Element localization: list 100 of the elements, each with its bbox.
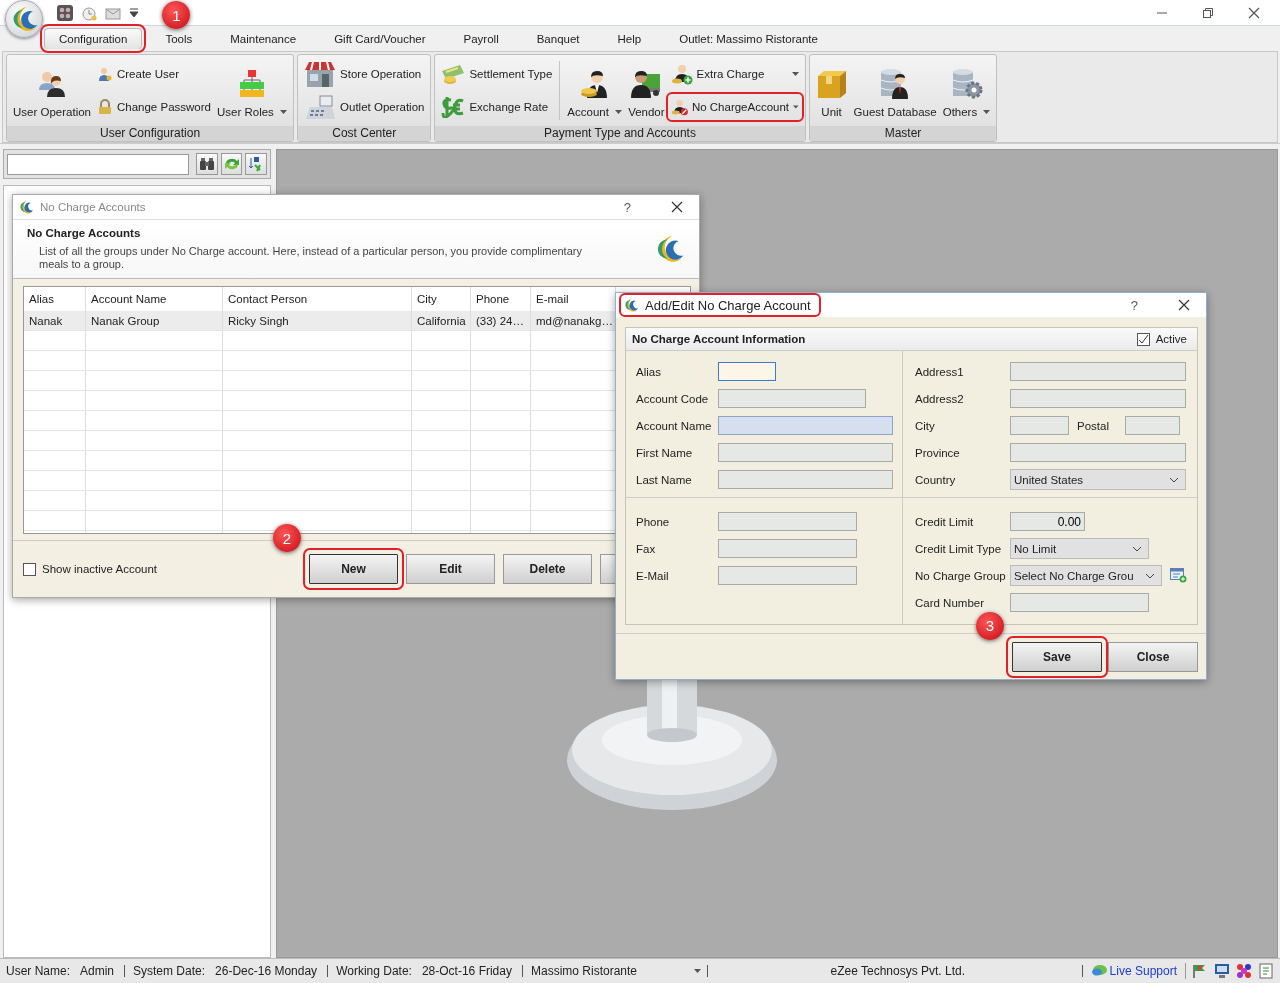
dropdown-field[interactable]: No Limit: [1010, 538, 1149, 559]
logo-icon: [623, 297, 639, 313]
live-support-link[interactable]: Live Support: [1090, 964, 1177, 978]
table-cell: Nanak Group: [86, 311, 223, 330]
chevron-down-icon: [1132, 545, 1142, 552]
dots-grid-icon[interactable]: [1236, 963, 1252, 979]
dropdown-caret-icon: [615, 109, 623, 114]
chevron-down-icon: [1145, 572, 1155, 579]
dialog-button[interactable]: Delete: [503, 554, 592, 584]
ribbon-tab[interactable]: Outlet: Massimo Ristorante: [664, 28, 833, 49]
ribbon-button[interactable]: Unit: [812, 61, 851, 120]
grid-icon[interactable]: [57, 4, 73, 21]
input-field[interactable]: [718, 539, 857, 558]
ribbon-button[interactable]: Account: [564, 61, 626, 120]
ribbon-tab[interactable]: Help: [602, 28, 657, 49]
field-label: First Name: [636, 446, 694, 459]
customize-caret-icon[interactable]: [129, 7, 139, 18]
field-label: No Charge Group: [915, 569, 1007, 582]
monitor-icon[interactable]: [1214, 963, 1230, 979]
ribbon-tab[interactable]: Payroll: [448, 28, 514, 49]
input-field[interactable]: [718, 443, 893, 462]
input-field[interactable]: [718, 512, 857, 531]
input-field[interactable]: [1010, 389, 1186, 408]
dropdown-caret-icon: [693, 969, 701, 973]
step-number: 3: [976, 611, 1004, 640]
sort-button[interactable]: [245, 153, 267, 175]
ribbon-button[interactable]: Outlet Operation: [301, 91, 428, 124]
currency-icon: [441, 96, 466, 119]
close-icon[interactable]: [1248, 6, 1260, 19]
ribbon-tab[interactable]: Maintenance: [215, 28, 312, 49]
ribbon-tab[interactable]: Gift Card/Voucher: [319, 28, 441, 49]
input-field[interactable]: [1010, 362, 1186, 381]
close-icon[interactable]: [671, 201, 683, 213]
ribbon-button[interactable]: Create User: [94, 63, 214, 84]
cash-register-icon: [304, 93, 337, 122]
search-field[interactable]: [7, 153, 189, 175]
ribbon-button[interactable]: Guest Database: [850, 61, 940, 120]
ribbon-button[interactable]: Settlement Type: [438, 60, 556, 87]
input-field[interactable]: [718, 566, 857, 585]
group-title: User Configuration: [7, 126, 294, 141]
checkbox[interactable]: [1136, 332, 1150, 346]
dialog-button[interactable]: Close: [1108, 641, 1198, 672]
ribbon-button[interactable]: Others: [939, 61, 994, 120]
group-title: Master: [809, 126, 997, 141]
input-field[interactable]: [1010, 593, 1149, 612]
store-icon: [304, 59, 337, 88]
help-button[interactable]: ?: [623, 199, 631, 215]
add-list-icon[interactable]: [1170, 568, 1187, 583]
input-field[interactable]: [718, 389, 866, 408]
outlet-dropdown[interactable]: Massimo Ristorante: [530, 964, 701, 978]
refresh-icon: [222, 156, 241, 172]
help-button[interactable]: ?: [1130, 297, 1138, 313]
table-cell: Ricky Singh: [223, 311, 412, 330]
flag-icon[interactable]: [1192, 963, 1208, 979]
checkbox-label: Active: [1155, 333, 1187, 345]
ribbon-button[interactable]: Store Operation: [301, 57, 428, 90]
field-label: Alias: [636, 365, 662, 378]
document-icon[interactable]: [1258, 963, 1274, 979]
ribbon-button[interactable]: Change Password: [94, 97, 214, 118]
field-label: City: [915, 419, 936, 432]
alarm-clock-icon[interactable]: [81, 4, 97, 21]
ribbon-tab[interactable]: Banquet: [521, 28, 595, 49]
ribbon-button[interactable]: Vendor: [625, 61, 668, 120]
field-label: Credit Limit: [915, 515, 975, 528]
field-label: Account Name: [636, 419, 713, 432]
ribbon-button[interactable]: Exchange Rate: [438, 94, 556, 121]
restore-icon[interactable]: [1202, 6, 1214, 19]
checkbox[interactable]: [23, 562, 36, 576]
input-field[interactable]: [718, 416, 893, 435]
ribbon-tab[interactable]: Tools: [150, 28, 208, 49]
field-label: Province: [915, 446, 961, 459]
input-field[interactable]: [1010, 443, 1186, 462]
group-title: Cost Center: [298, 126, 431, 141]
find-button[interactable]: [196, 153, 218, 175]
app-menu-button[interactable]: [5, 0, 43, 38]
input-field[interactable]: [718, 362, 776, 381]
ribbon-button[interactable]: User Roles: [213, 61, 291, 120]
input-field[interactable]: [1010, 416, 1069, 435]
ribbon-button[interactable]: User Operation: [10, 61, 94, 120]
group-title: Payment Type and Accounts: [435, 126, 805, 141]
status-value: Admin: [80, 964, 115, 978]
step-number: 2: [273, 524, 301, 552]
field-label: E-Mail: [636, 569, 670, 582]
field-label: Last Name: [636, 473, 693, 486]
table-cell: Nanak: [24, 311, 86, 330]
dropdown-field[interactable]: United States: [1010, 469, 1186, 490]
input-field[interactable]: [718, 470, 893, 489]
ribbon-button[interactable]: Extra Charge: [667, 60, 802, 87]
person-icon: [97, 65, 113, 82]
dialog-button[interactable]: Edit: [406, 554, 495, 584]
dialog-heading: No Charge Accounts: [27, 227, 142, 239]
close-icon[interactable]: [1178, 299, 1190, 311]
dropdown-field[interactable]: Select No Charge Grou: [1010, 565, 1162, 586]
table-cell: (33) 24…: [471, 311, 531, 330]
field-label: Fax: [636, 542, 657, 555]
ribbon-button[interactable]: No ChargeAccount: [667, 94, 802, 121]
dropdown-caret-icon: [791, 71, 799, 76]
input-field[interactable]: 0.00: [1010, 512, 1085, 531]
logo-icon: [18, 199, 34, 215]
input-field[interactable]: [1124, 416, 1180, 435]
